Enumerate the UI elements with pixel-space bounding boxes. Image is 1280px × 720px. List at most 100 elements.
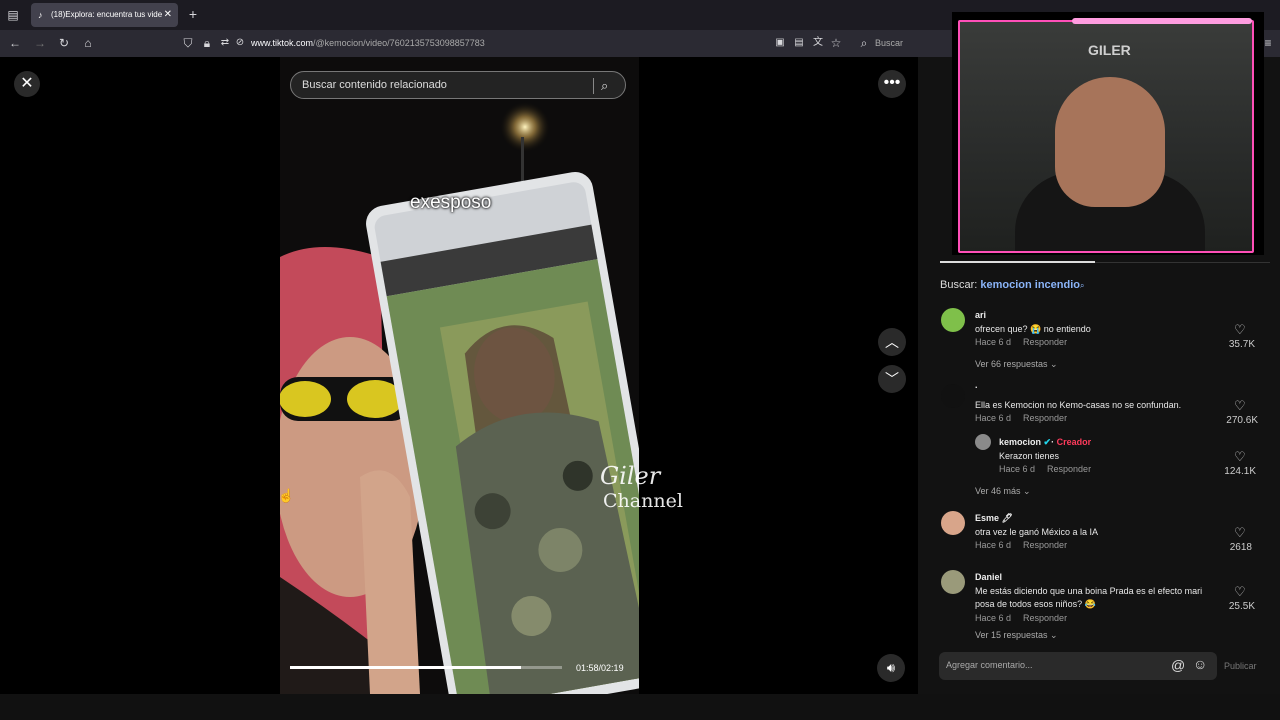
- view-replies-button[interactable]: Ver 15 respuestas ⌄: [975, 630, 1058, 641]
- video-caption: exesposo: [410, 192, 492, 213]
- comment-meta: Hace 6 d Responder: [999, 464, 1091, 474]
- like-count: 2618: [1229, 542, 1252, 553]
- comment-meta: Hace 6 d Responder: [975, 413, 1067, 423]
- previous-video-icon[interactable]: ︿: [878, 328, 906, 356]
- tab-close-icon[interactable]: ✕: [164, 3, 172, 27]
- publish-button[interactable]: Publicar: [1224, 661, 1257, 671]
- webcam-light-bar: [1072, 18, 1252, 24]
- home-icon[interactable]: ⌂: [81, 36, 95, 50]
- heart-icon[interactable]: ♡: [1234, 449, 1246, 465]
- browser-tab[interactable]: ♪ (18)Explora: encuentra tus vide ✕: [31, 3, 178, 27]
- like-count: 25.5K: [1228, 601, 1255, 612]
- comment-meta: Hace 6 d Responder: [975, 540, 1067, 550]
- new-tab-icon[interactable]: +: [186, 7, 200, 21]
- tracking-icon[interactable]: ⊘: [234, 36, 246, 50]
- search-suggestion[interactable]: Buscar: kemocion incendio⌕: [940, 279, 1084, 291]
- comment-text: ofrecen que? 😭 no entiendo: [975, 324, 1091, 334]
- video-progress-bar[interactable]: [290, 666, 562, 669]
- related-search-input[interactable]: Buscar contenido relacionado ⌕: [290, 71, 626, 99]
- comment-time: Hace 6 d: [975, 337, 1012, 347]
- search-small-icon: ⌕: [1080, 281, 1085, 290]
- comment-text: Ella es Kemocion no Kemo-casas no se con…: [975, 400, 1182, 410]
- view-replies-button[interactable]: Ver 66 respuestas ⌄: [975, 359, 1058, 370]
- heart-icon[interactable]: ♡: [1234, 398, 1246, 414]
- search-icon[interactable]: ⌕: [601, 78, 608, 94]
- avatar[interactable]: [975, 434, 991, 450]
- comment-meta: Hace 6 d Responder: [975, 337, 1067, 347]
- avatar[interactable]: [941, 511, 965, 535]
- panel-tab-active-indicator: [940, 261, 1095, 263]
- heart-icon[interactable]: ♡: [1234, 584, 1246, 600]
- comment-author[interactable]: Esme 🖊: [975, 513, 1013, 524]
- comment-author[interactable]: Daniel: [975, 572, 1002, 582]
- search-suggestion-label: Buscar:: [940, 279, 978, 291]
- avatar[interactable]: [941, 570, 965, 594]
- lock-icon[interactable]: 🔒︎: [201, 36, 213, 50]
- comment-author[interactable]: ari: [975, 310, 986, 320]
- heart-icon[interactable]: ♡: [1234, 322, 1246, 338]
- webcam-frame: GILER: [958, 20, 1254, 253]
- comment-author[interactable]: .: [975, 380, 978, 390]
- url-domain: www.tiktok.com: [251, 38, 314, 48]
- comment-placeholder: Agregar comentario...: [946, 660, 1033, 670]
- reload-icon[interactable]: ↻: [57, 36, 71, 50]
- comment-input[interactable]: Agregar comentario... @ ☺: [939, 652, 1217, 680]
- browser-search-field[interactable]: Buscar: [875, 36, 903, 50]
- more-options-icon[interactable]: •••: [878, 70, 906, 98]
- bottom-bar: [0, 694, 1280, 720]
- url-path: /@kemocion/video/7602135753098857783: [313, 38, 485, 48]
- heart-icon[interactable]: ♡: [1234, 525, 1246, 541]
- search-suggestion-keyword[interactable]: kemocion incendio: [980, 279, 1080, 291]
- comment-text-continued: posa de todos esos niños? 😂: [975, 599, 1096, 609]
- translate-icon[interactable]: 文: [812, 36, 824, 50]
- search-icon: ⌕: [860, 36, 868, 50]
- time-current: 01:58: [576, 663, 599, 673]
- mention-icon[interactable]: @: [1171, 657, 1185, 673]
- volume-icon[interactable]: 🔊︎: [877, 654, 905, 682]
- streamer-head: [1055, 77, 1165, 207]
- comment-text: Me estás diciendo que una boina Prada es…: [975, 586, 1203, 596]
- url-bar[interactable]: www.tiktok.com/@kemocion/video/760213575…: [251, 36, 485, 50]
- like-count: 270.6K: [1226, 415, 1258, 426]
- forward-icon[interactable]: →: [33, 36, 47, 50]
- bookmark-star-icon[interactable]: ☆: [830, 36, 842, 50]
- related-search-placeholder: Buscar contenido relacionado: [302, 79, 447, 91]
- comment-author[interactable]: kemocion ✔· Creador: [999, 437, 1091, 448]
- tab-title: (18)Explora: encuentra tus vide: [51, 10, 163, 19]
- mouse-cursor-icon: ☝: [278, 488, 295, 503]
- search-divider: [593, 78, 594, 94]
- reply-button[interactable]: Responder: [1023, 413, 1067, 423]
- comment-time: Hace 6 d: [975, 613, 1012, 623]
- emoji-icon[interactable]: ☺: [1193, 656, 1207, 672]
- like-count: 124.1K: [1224, 466, 1256, 477]
- reply-button[interactable]: Responder: [1023, 613, 1067, 623]
- avatar[interactable]: [941, 384, 965, 408]
- comment-time: Hace 6 d: [975, 413, 1012, 423]
- reply-button[interactable]: Responder: [1047, 464, 1091, 474]
- reply-button[interactable]: Responder: [1023, 540, 1067, 550]
- picture-in-picture-icon[interactable]: ▣: [774, 36, 786, 50]
- video-player[interactable]: [280, 57, 639, 694]
- like-count: 35.7K: [1228, 339, 1255, 350]
- time-total: 02:19: [601, 663, 624, 673]
- permissions-icon[interactable]: ⇄: [219, 36, 231, 50]
- comment-time: Hace 6 d: [999, 464, 1036, 474]
- webcam-sign: GILER: [1088, 42, 1131, 58]
- tab-list-icon[interactable]: ▤: [6, 8, 20, 22]
- next-video-icon[interactable]: ﹀: [878, 365, 906, 393]
- comment-text: Kerazon tienes: [999, 451, 1060, 461]
- shield-icon[interactable]: ⛉: [182, 36, 194, 50]
- view-more-replies-button[interactable]: Ver 46 más ⌄: [975, 486, 1031, 497]
- webcam-overlay: GILER: [952, 12, 1264, 255]
- creator-badge: Creador: [1056, 437, 1092, 447]
- verified-badge-icon: ✔: [1043, 437, 1052, 447]
- tiktok-favicon-icon: ♪: [38, 10, 43, 20]
- reader-view-icon[interactable]: ▤: [793, 36, 805, 50]
- video-time: 01:58/02:19: [576, 663, 624, 673]
- avatar[interactable]: [941, 308, 965, 332]
- video-frame-illustration: [280, 57, 639, 694]
- close-icon[interactable]: ✕: [14, 71, 40, 97]
- back-icon[interactable]: ←: [8, 36, 22, 50]
- reply-button[interactable]: Responder: [1023, 337, 1067, 347]
- watermark-subtitle: Channel: [603, 490, 683, 512]
